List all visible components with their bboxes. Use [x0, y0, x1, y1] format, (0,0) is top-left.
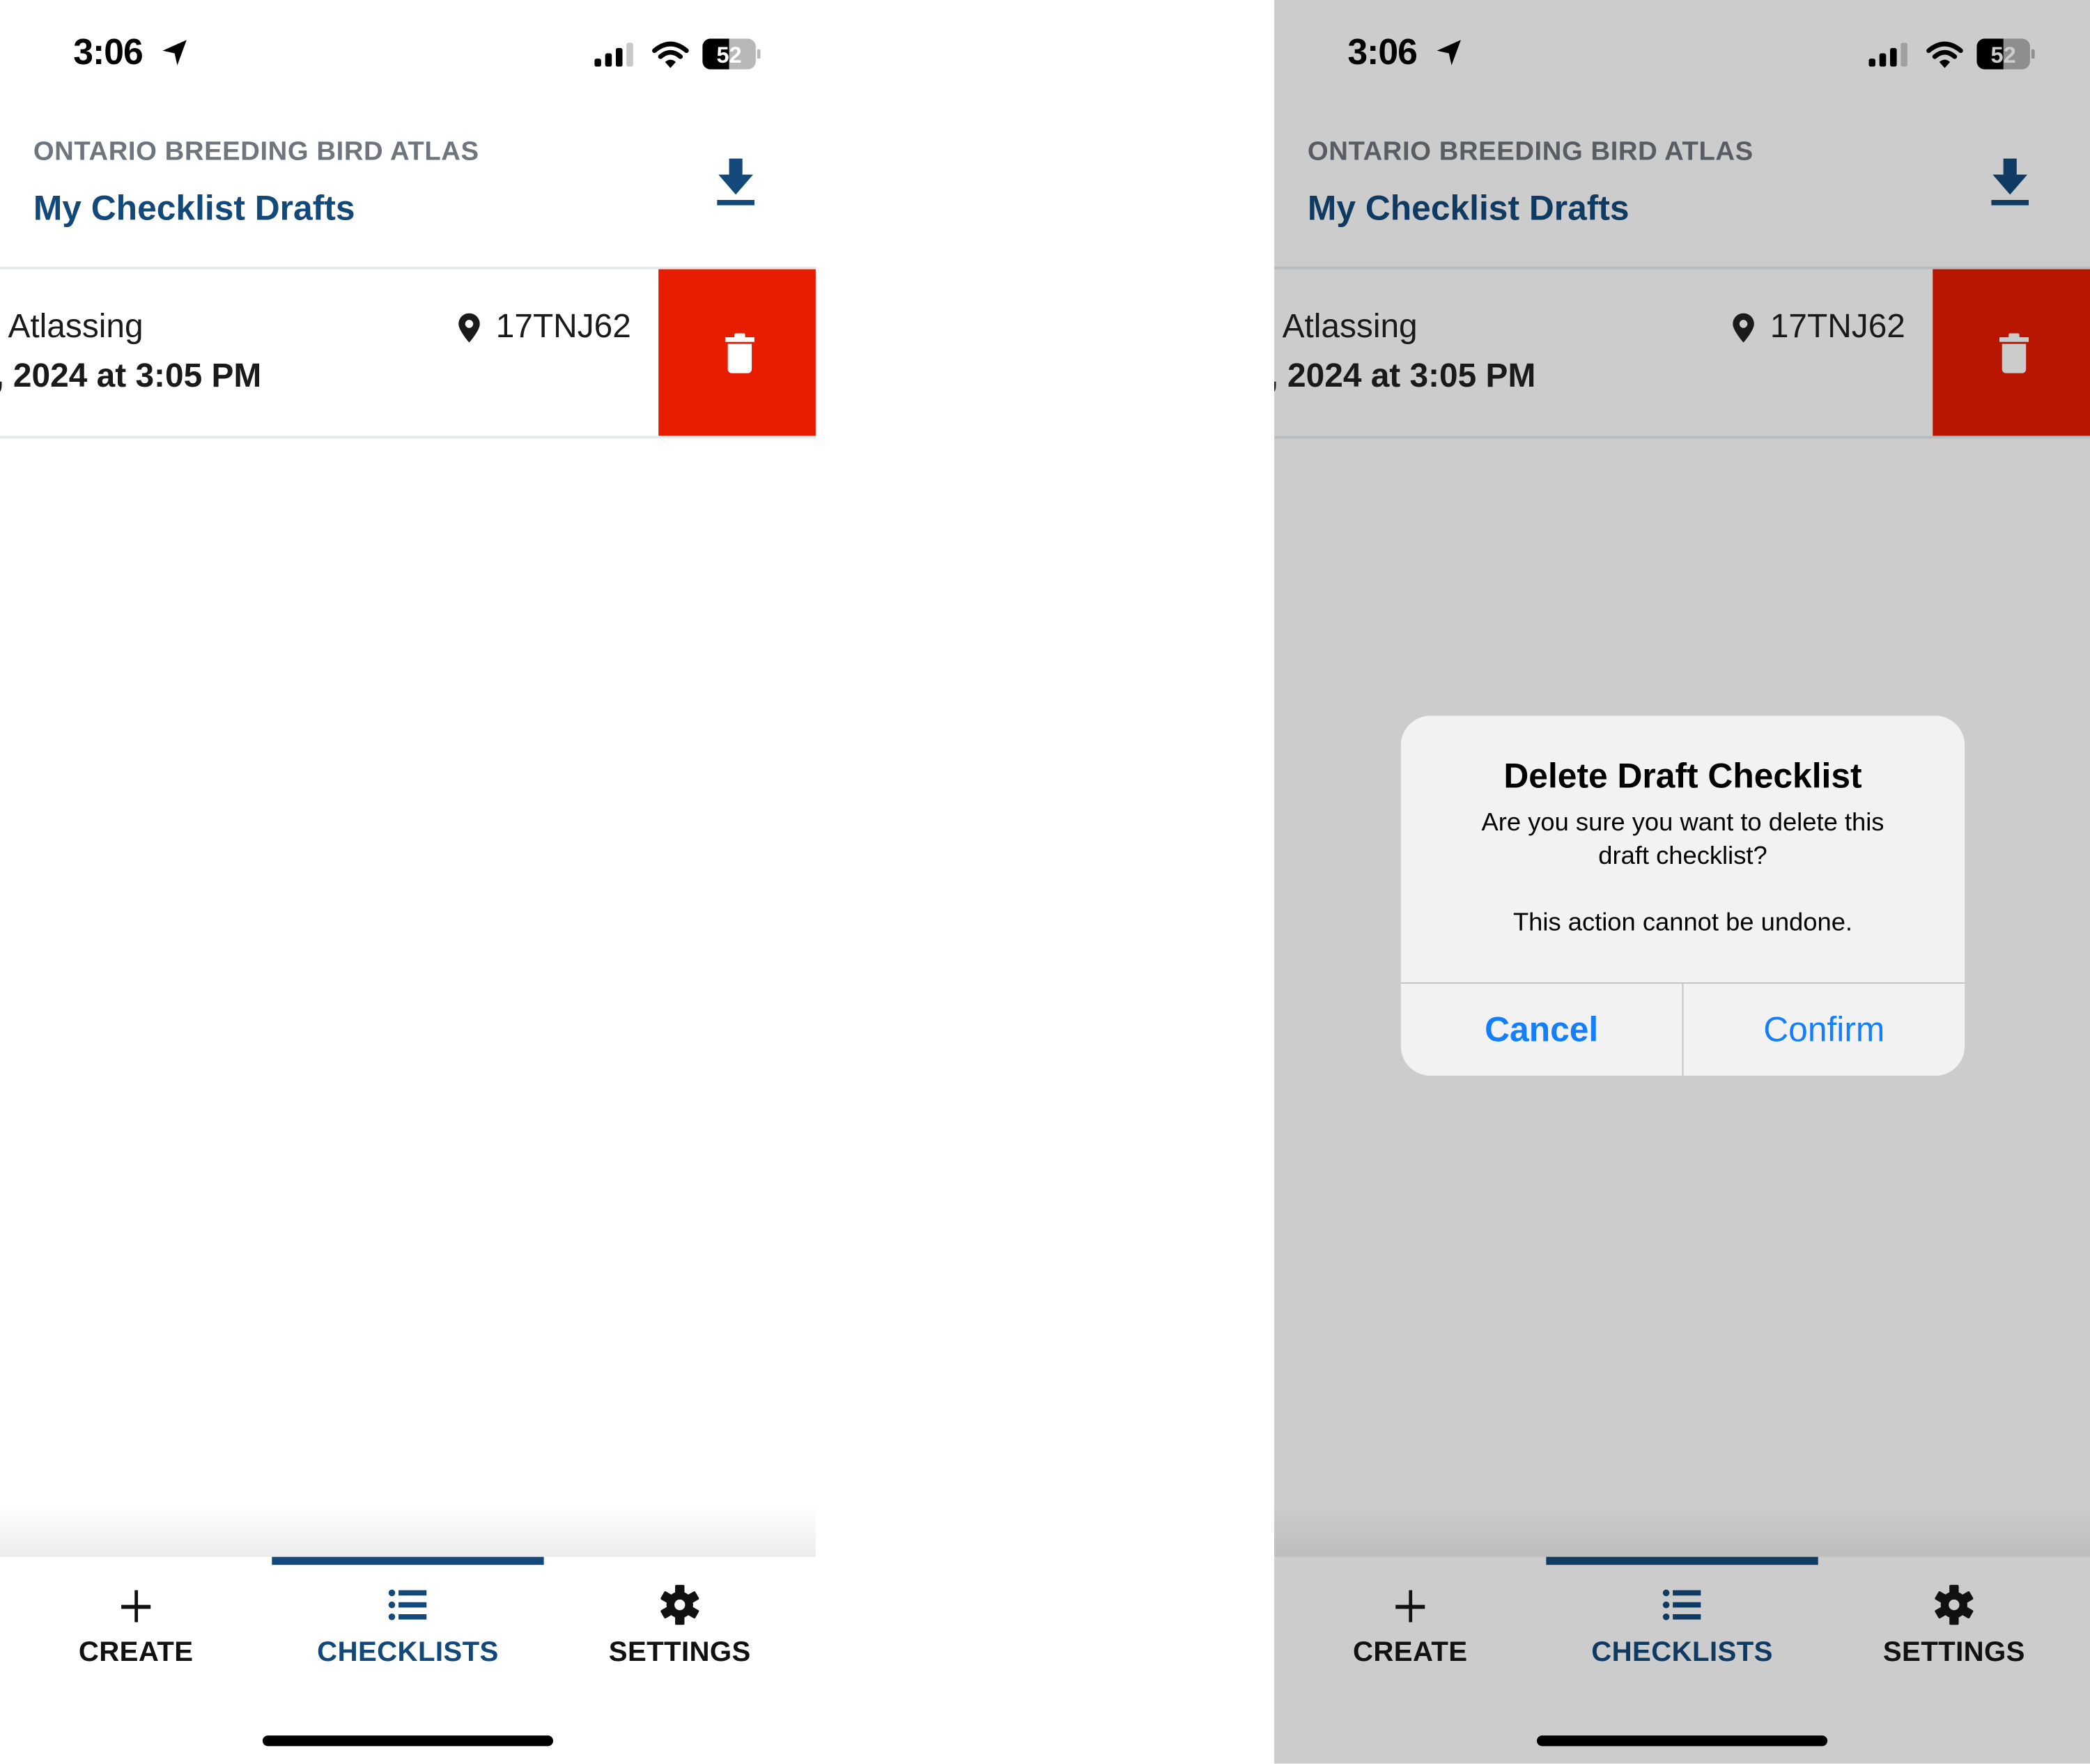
active-tab-indicator [272, 1556, 544, 1565]
battery-icon: 52 [702, 38, 761, 70]
wifi-icon [1926, 41, 1963, 68]
tab-create: CREATE [1274, 1573, 1546, 1693]
screenshot-stage: 3:06 52 ONTARIO BREEDING BIRD ATLAS My C… [0, 0, 2090, 1764]
tab-label: SETTINGS [1882, 1637, 2025, 1668]
tab-label: CREATE [1352, 1637, 1468, 1668]
plus-icon [121, 1590, 151, 1623]
dialog-message: Are you sure you want to delete this dra… [1481, 809, 1884, 938]
tab-label: CHECKLISTS [1591, 1637, 1773, 1668]
tab-checklists[interactable]: CHECKLISTS [272, 1573, 543, 1693]
phone-screen-drafts: 3:06 52 ONTARIO BREEDING BIRD ATLAS My C… [0, 0, 816, 1764]
cellular-signal-icon [1868, 42, 1907, 67]
list-divider [0, 435, 816, 439]
list-icon [1662, 1589, 1701, 1620]
draft-title: Atlassing [8, 307, 144, 346]
draft-location-code: 17TNJ62 [1770, 307, 1905, 346]
app-name-kicker: ONTARIO BREEDING BIRD ATLAS [1307, 137, 1754, 167]
battery-icon: 52 [1976, 38, 2035, 70]
list-divider [1274, 435, 2090, 439]
tab-label: SETTINGS [608, 1637, 751, 1668]
trash-icon [725, 333, 754, 373]
map-pin-icon [1733, 313, 1754, 343]
cancel-button[interactable]: Cancel [1401, 984, 1682, 1076]
gear-icon [660, 1584, 699, 1625]
location-arrow-icon [162, 40, 187, 65]
download-icon [1991, 158, 2029, 206]
tab-settings[interactable]: SETTINGS [544, 1573, 816, 1693]
plus-icon [1395, 1590, 1425, 1623]
home-indicator [262, 1735, 554, 1747]
cellular-signal-icon [594, 42, 633, 67]
tab-create[interactable]: CREATE [0, 1573, 272, 1693]
map-pin-icon [458, 313, 480, 343]
wifi-icon [652, 41, 689, 68]
list-icon [388, 1589, 427, 1620]
dialog-title: Delete Draft Checklist [1503, 755, 1862, 796]
draft-location-code: 17TNJ62 [495, 307, 631, 346]
delete-confirm-dialog: Delete Draft Checklist Are you sure you … [1400, 715, 1965, 1076]
delete-draft-button [1933, 269, 2090, 436]
battery-level: 52 [716, 42, 741, 68]
draft-date: , 2024 at 3:05 PM [0, 357, 262, 395]
tab-label: CREATE [78, 1637, 194, 1668]
gear-icon [1935, 1584, 1974, 1625]
app-name-kicker: ONTARIO BREEDING BIRD ATLAS [33, 137, 479, 167]
status-time: 3:06 [1347, 31, 1418, 72]
tab-bar-shadow [1274, 1506, 2090, 1557]
tab-label: CHECKLISTS [317, 1637, 499, 1668]
tab-settings: SETTINGS [1818, 1573, 2090, 1693]
draft-title: Atlassing [1282, 307, 1418, 346]
page-title: My Checklist Drafts [1307, 187, 1630, 229]
active-tab-indicator [1546, 1556, 1818, 1565]
page-title: My Checklist Drafts [33, 187, 355, 229]
tab-bar-shadow [0, 1506, 816, 1557]
phone-screen-delete-confirmation: 3:06 52 ONTARIO BREEDING BIRD ATLAS My C… [1274, 0, 2090, 1764]
trash-icon [1999, 333, 2029, 373]
battery-level: 52 [1991, 42, 2016, 68]
confirm-button[interactable]: Confirm [1683, 984, 1965, 1076]
location-arrow-icon [1437, 40, 1461, 65]
download-icon[interactable] [713, 156, 759, 207]
tab-checklists: CHECKLISTS [1546, 1573, 1818, 1693]
home-indicator [1537, 1735, 1828, 1747]
status-time: 3:06 [73, 31, 144, 72]
draft-date: , 2024 at 3:05 PM [1274, 357, 1536, 395]
delete-draft-button[interactable] [658, 269, 816, 436]
